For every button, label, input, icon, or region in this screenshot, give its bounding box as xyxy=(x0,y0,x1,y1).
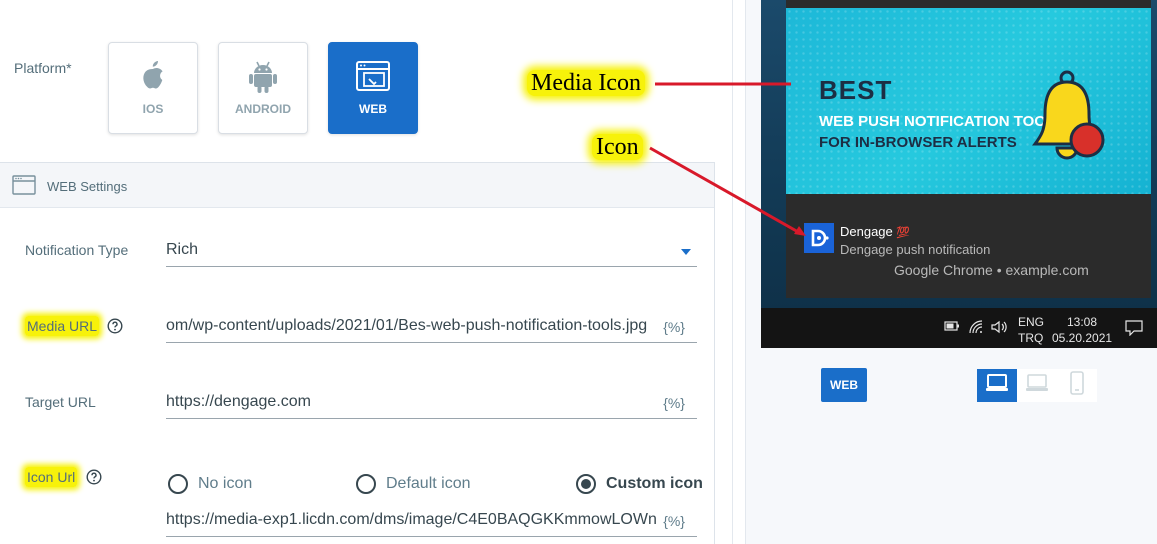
volume-icon xyxy=(991,320,1009,337)
radio-default-icon-label: Default icon xyxy=(386,475,471,492)
platform-ios-button[interactable]: IOS xyxy=(108,42,198,134)
web-settings-header: WEB Settings xyxy=(0,163,714,208)
notification-icon xyxy=(804,223,834,253)
hundred-emoji: 💯 xyxy=(896,227,911,239)
target-url-variable-button[interactable]: {%} xyxy=(661,395,685,411)
icon-url-input[interactable]: https://media-exp1.licdn.com/dms/image/C… xyxy=(166,507,697,537)
radio-circle xyxy=(356,474,376,494)
notification-type-label: Notification Type xyxy=(25,242,129,258)
android-icon xyxy=(219,59,307,95)
browser-window-icon xyxy=(329,59,417,95)
platform-ios-label: IOS xyxy=(142,102,164,116)
platform-android-button[interactable]: ANDROID xyxy=(218,42,308,134)
target-url-input[interactable]: https://dengage.com {%} xyxy=(166,389,697,419)
notification-title-text: Dengage xyxy=(840,224,893,239)
icon-url-value: https://media-exp1.licdn.com/dms/image/C… xyxy=(166,511,657,528)
banner-line1: WEB PUSH NOTIFICATION TOOLS xyxy=(819,113,1066,130)
platform-label: Platform* xyxy=(14,60,72,76)
radio-circle xyxy=(168,474,188,494)
pane-divider xyxy=(732,0,733,544)
media-url-variable-button[interactable]: {%} xyxy=(661,319,685,335)
media-url-label-text: Media URL xyxy=(25,316,100,336)
media-url-value: om/wp-content/uploads/2021/01/Bes-web-pu… xyxy=(166,317,648,334)
apple-icon xyxy=(109,59,197,95)
icon-url-variable-button[interactable]: {%} xyxy=(661,513,685,529)
platform-web-label: WEB xyxy=(359,102,387,116)
taskbar-time: 13:08 xyxy=(1066,315,1098,329)
chevron-down-icon xyxy=(681,249,691,255)
banner-headline: BEST xyxy=(819,75,893,105)
radio-custom-icon[interactable]: Custom icon xyxy=(576,474,703,494)
callout-media-icon: Media Icon xyxy=(527,70,645,96)
taskbar-clock: 13:08 05.20.2021 xyxy=(1052,314,1112,346)
media-url-input[interactable]: om/wp-content/uploads/2021/01/Bes-web-pu… xyxy=(166,313,697,343)
radio-circle xyxy=(576,474,596,494)
taskbar-date: 05.20.2021 xyxy=(1052,331,1113,345)
laptop-icon xyxy=(1025,373,1049,398)
radio-custom-icon-label: Custom icon xyxy=(606,475,703,492)
media-url-label: Media URL xyxy=(25,316,100,336)
device-toggle-group xyxy=(977,369,1099,402)
device-desktop-button[interactable] xyxy=(977,369,1017,402)
notification-body: Dengage push notification xyxy=(840,242,991,257)
device-mobile-button[interactable] xyxy=(1057,369,1097,402)
notification-type-value: Rich xyxy=(166,241,199,258)
notification-title: Dengage 💯 xyxy=(840,224,910,239)
mobile-icon xyxy=(1069,371,1085,400)
platform-web-button[interactable]: WEB xyxy=(328,42,418,134)
taskbar-language: ENG TRQ xyxy=(1018,314,1044,346)
device-laptop-button[interactable] xyxy=(1017,369,1057,402)
battery-icon xyxy=(944,320,960,335)
target-url-value: https://dengage.com xyxy=(166,393,311,410)
browser-window-icon xyxy=(12,175,36,200)
radio-no-icon-label: No icon xyxy=(198,475,253,492)
callout-icon: Icon xyxy=(592,134,643,160)
platform-android-label: ANDROID xyxy=(235,102,291,116)
preview-platform-badge[interactable]: WEB xyxy=(821,368,867,402)
icon-url-label: Icon Url xyxy=(25,467,78,487)
radio-default-icon[interactable]: Default icon xyxy=(356,474,471,494)
notification-media-image: BEST WEB PUSH NOTIFICATION TOOLS FOR IN-… xyxy=(786,8,1151,194)
desktop-icon xyxy=(985,373,1009,398)
help-icon[interactable] xyxy=(107,318,123,334)
bell-icon xyxy=(1031,70,1111,175)
banner-line2: FOR IN-BROWSER ALERTS xyxy=(819,134,1017,151)
notification-center-icon xyxy=(1125,320,1143,339)
target-url-label: Target URL xyxy=(25,394,96,410)
help-icon[interactable] xyxy=(86,469,102,485)
taskbar-lang-primary: ENG xyxy=(1018,315,1045,329)
web-settings-title: WEB Settings xyxy=(47,179,128,194)
radio-no-icon[interactable]: No icon xyxy=(168,474,252,494)
wifi-icon xyxy=(968,320,984,337)
notification-source: Google Chrome • example.com xyxy=(894,262,1089,278)
icon-url-label-text: Icon Url xyxy=(25,467,78,487)
taskbar-lang-secondary: TRQ xyxy=(1018,331,1044,345)
notification-type-select[interactable]: Rich xyxy=(166,237,697,267)
